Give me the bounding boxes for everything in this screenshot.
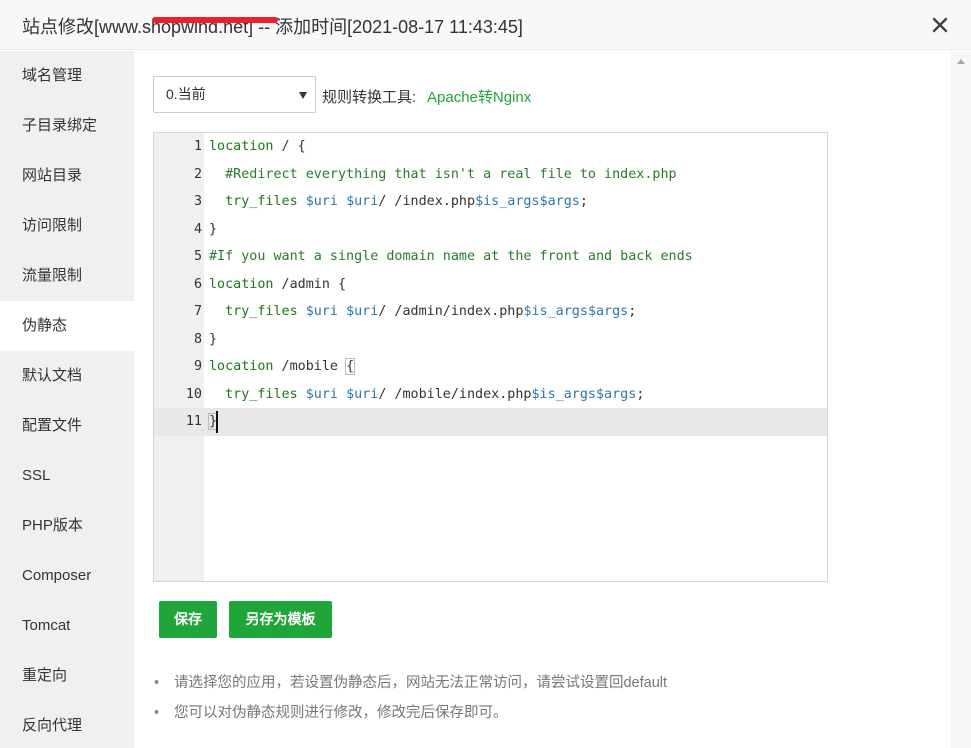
apache-to-nginx-link[interactable]: Apache转Nginx bbox=[427, 86, 531, 107]
settings-sidebar: 域名管理 子目录绑定 网站目录 访问限制 流量限制 伪静态 默认文档 配置文件 … bbox=[0, 51, 134, 748]
line-number: 8 bbox=[193, 331, 202, 347]
sidebar-item-composer[interactable]: Composer bbox=[0, 551, 134, 601]
close-icon[interactable] bbox=[929, 14, 951, 36]
sidebar-item-traffic-limit[interactable]: 流量限制 bbox=[0, 251, 134, 301]
code-line: } bbox=[209, 331, 218, 347]
code-line: location /admin { bbox=[209, 276, 347, 292]
close-button[interactable] bbox=[929, 14, 951, 36]
dialog-title: 站点修改[www.shopwind.net] -- 添加时间[2021-08-1… bbox=[22, 13, 523, 39]
rewrite-panel: 0.当前 规则转换工具: Apache转Nginx 1 2 3 4 5 6 7 … bbox=[134, 51, 951, 748]
line-number: 5 bbox=[193, 249, 202, 264]
line-number: 10 bbox=[185, 386, 202, 402]
code-line: try_files $uri $uri/ /mobile/index.php$i… bbox=[225, 386, 645, 402]
code-line: #If you want a single domain name at the… bbox=[209, 249, 693, 264]
rewrite-code-editor[interactable]: 1 2 3 4 5 6 7 8 9 10 11 location / { #Re… bbox=[153, 132, 828, 582]
line-number: 7 bbox=[193, 304, 202, 319]
sidebar-item-reverse-proxy[interactable]: 反向代理 bbox=[0, 701, 134, 748]
select-value: 0.当前 bbox=[166, 86, 206, 102]
save-button[interactable]: 保存 bbox=[159, 601, 217, 638]
converter-label: 规则转换工具: bbox=[322, 89, 417, 106]
line-number: 11 bbox=[185, 414, 202, 429]
code-line: location / { bbox=[209, 139, 306, 154]
sidebar-item-rewrite[interactable]: 伪静态 bbox=[0, 301, 134, 351]
chevron-down-icon bbox=[299, 92, 307, 99]
sidebar-item-ssl[interactable]: SSL bbox=[0, 451, 134, 501]
sidebar-item-php-version[interactable]: PHP版本 bbox=[0, 501, 134, 551]
sidebar-item-redirect[interactable]: 重定向 bbox=[0, 651, 134, 701]
sidebar-item-tomcat[interactable]: Tomcat bbox=[0, 601, 134, 651]
title-prefix: 站点修改[ bbox=[22, 17, 100, 37]
sidebar-item-default-doc[interactable]: 默认文档 bbox=[0, 351, 134, 401]
sidebar-item-access-limit[interactable]: 访问限制 bbox=[0, 201, 134, 251]
tip-item: 请选择您的应用，若设置伪静态后，网站无法正常访问，请尝试设置回default bbox=[154, 673, 667, 703]
vertical-scrollbar[interactable] bbox=[951, 51, 971, 748]
sidebar-item-site-directory[interactable]: 网站目录 bbox=[0, 151, 134, 201]
line-number: 2 bbox=[193, 166, 202, 182]
code-line: location /mobile { bbox=[209, 358, 356, 375]
line-number: 1 bbox=[193, 139, 202, 154]
sidebar-item-subdir-binding[interactable]: 子目录绑定 bbox=[0, 101, 134, 151]
active-line-highlight bbox=[154, 408, 827, 436]
redaction-mark bbox=[152, 17, 279, 23]
help-tips: 请选择您的应用，若设置伪静态后，网站无法正常访问，请尝试设置回default 您… bbox=[154, 673, 667, 733]
site-edit-dialog: 站点修改[www.shopwind.net] -- 添加时间[2021-08-1… bbox=[0, 0, 971, 748]
code-line: } bbox=[209, 221, 218, 237]
sidebar-item-domain[interactable]: 域名管理 bbox=[0, 51, 134, 101]
line-number: 9 bbox=[193, 359, 202, 374]
text-cursor bbox=[216, 411, 218, 433]
dialog-titlebar: 站点修改[www.shopwind.net] -- 添加时间[2021-08-1… bbox=[0, 0, 971, 50]
rewrite-template-select[interactable]: 0.当前 bbox=[153, 76, 316, 113]
save-as-template-button[interactable]: 另存为模板 bbox=[229, 601, 332, 638]
code-line: #Redirect everything that isn't a real f… bbox=[209, 166, 677, 182]
code-line: try_files $uri $uri/ /admin/index.php$is… bbox=[225, 304, 637, 319]
line-number: 3 bbox=[193, 194, 202, 209]
code-line: try_files $uri $uri/ /index.php$is_args$… bbox=[225, 194, 588, 209]
tip-item: 您可以对伪静态规则进行修改，修改完后保存即可。 bbox=[154, 703, 667, 733]
line-number: 4 bbox=[193, 221, 202, 237]
sidebar-item-config-file[interactable]: 配置文件 bbox=[0, 401, 134, 451]
line-number: 6 bbox=[193, 276, 202, 292]
scroll-up-arrow-icon[interactable] bbox=[957, 59, 965, 64]
